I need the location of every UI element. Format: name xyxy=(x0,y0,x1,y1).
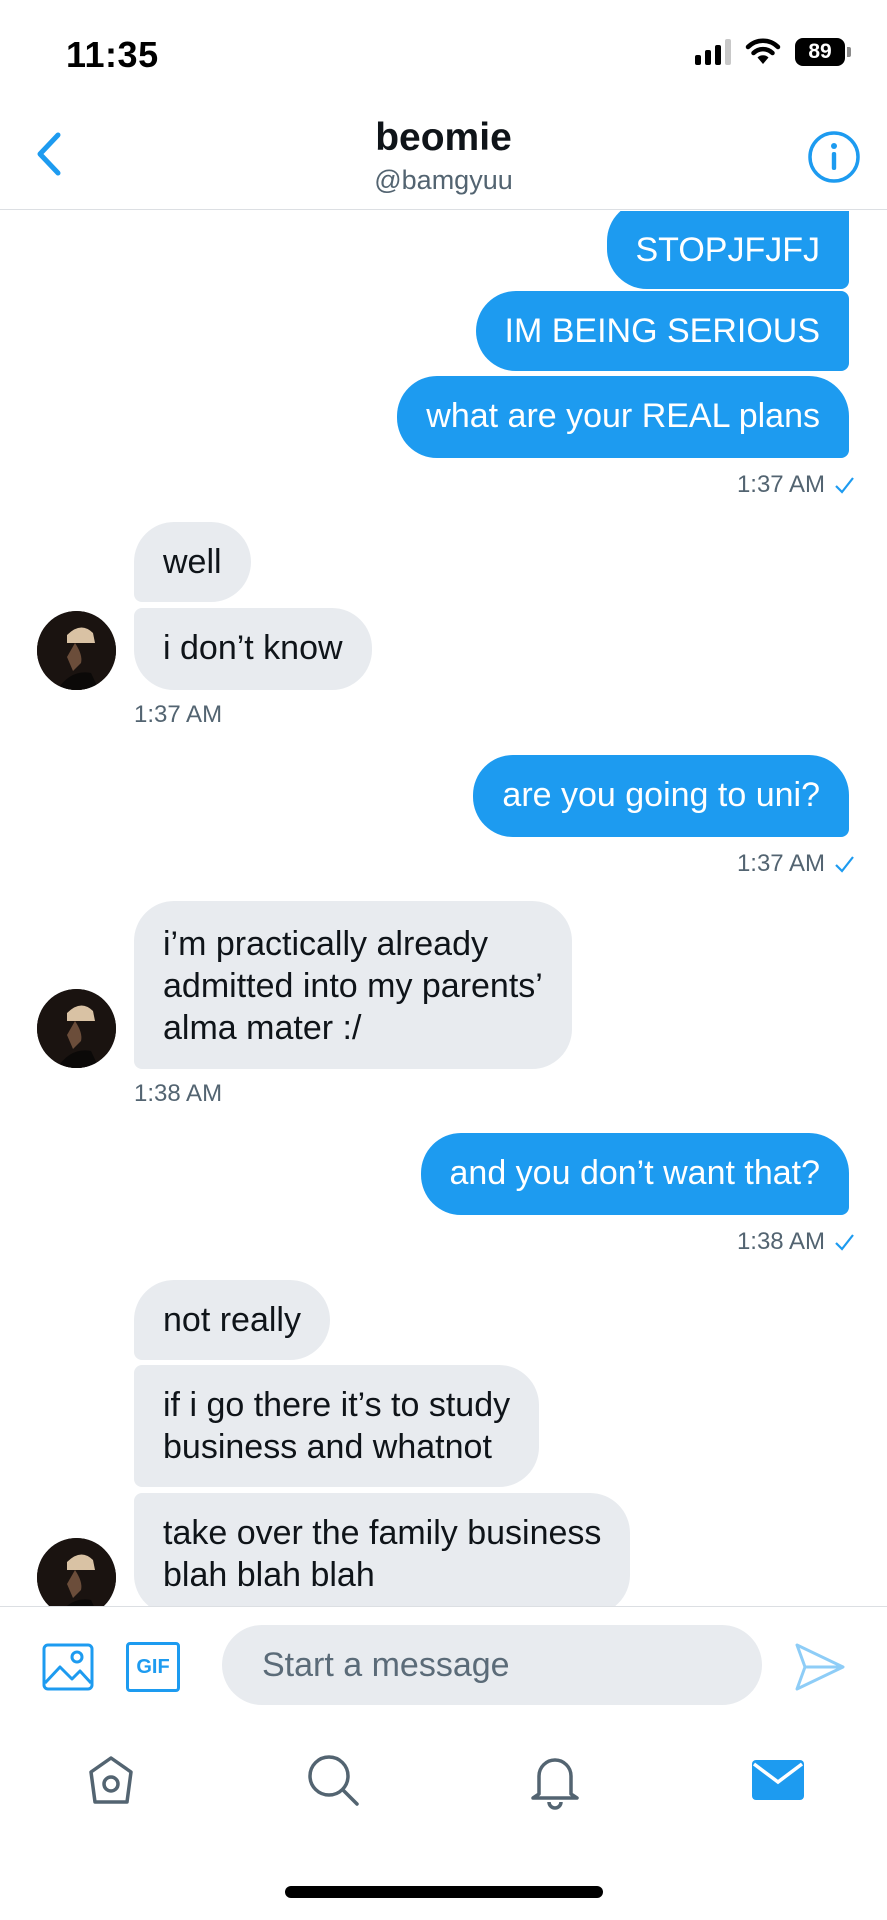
message-text: i don’t know xyxy=(163,629,343,667)
timestamp-text: 1:37 AM xyxy=(736,850,825,877)
message-text-line: if i go there it’s to study xyxy=(163,1386,511,1424)
avatar-image xyxy=(37,611,116,690)
message-bubble-outgoing[interactable]: are you going to uni? xyxy=(473,755,849,837)
message-bubble-incoming[interactable]: i don’t know xyxy=(134,608,372,690)
conversation-title[interactable]: beomie xyxy=(0,116,887,160)
message-thread[interactable]: STOPJFJFJ IM BEING SERIOUS what are your… xyxy=(0,211,887,1606)
wifi-icon xyxy=(745,38,781,64)
avatar[interactable] xyxy=(37,1538,116,1606)
signal-icon xyxy=(695,39,731,65)
bell-icon[interactable] xyxy=(525,1750,585,1810)
status-time: 11:35 xyxy=(66,34,159,75)
battery-icon: 89 xyxy=(795,38,851,66)
home-icon[interactable] xyxy=(81,1750,141,1810)
search-icon[interactable] xyxy=(303,1750,363,1810)
message-text-line: blah blah blah xyxy=(163,1556,375,1594)
send-icon[interactable] xyxy=(791,1639,847,1695)
avatar[interactable] xyxy=(37,989,116,1068)
message-bubble-outgoing[interactable]: STOPJFJFJ xyxy=(606,211,849,289)
message-timestamp: 1:38 AM xyxy=(737,1228,855,1256)
message-text: and you don’t want that? xyxy=(449,1154,821,1192)
message-bubble-incoming[interactable]: take over the family business blah blah … xyxy=(134,1493,631,1606)
message-text-line: admitted into my parents’ xyxy=(163,967,543,1005)
message-bubble-incoming[interactable]: not really xyxy=(134,1280,330,1360)
status-icons: 89 xyxy=(695,38,851,66)
message-text-line: take over the family business xyxy=(163,1514,602,1552)
bottom-navigation xyxy=(0,1726,887,1846)
message-bubble-outgoing[interactable]: what are your REAL plans xyxy=(397,376,849,458)
message-timestamp: 1:38 AM xyxy=(134,1080,223,1107)
avatar-image xyxy=(37,1538,116,1606)
message-text-line: alma mater :/ xyxy=(163,1009,362,1047)
message-text-line: i’m practically already xyxy=(163,925,488,963)
image-icon[interactable] xyxy=(40,1639,96,1695)
message-input[interactable] xyxy=(222,1625,762,1705)
mail-icon[interactable] xyxy=(748,1750,808,1810)
message-text: are you going to uni? xyxy=(502,776,820,814)
check-icon xyxy=(835,477,854,494)
conversation-handle: @bamgyuu xyxy=(374,165,513,195)
timestamp-text: 1:37 AM xyxy=(736,471,825,498)
info-icon[interactable] xyxy=(807,130,861,184)
avatar[interactable] xyxy=(37,611,116,690)
message-timestamp: 1:37 AM xyxy=(134,701,223,728)
gif-button[interactable]: GIF xyxy=(126,1642,180,1692)
message-text: well xyxy=(163,543,222,581)
conversation-header: beomie @bamgyuu xyxy=(0,110,887,210)
status-bar: 11:35 89 xyxy=(0,0,887,110)
avatar-image xyxy=(37,989,116,1068)
message-composer: GIF xyxy=(0,1606,887,1726)
home-indicator xyxy=(285,1886,603,1898)
message-bubble-incoming[interactable]: well xyxy=(134,522,251,602)
message-text-line: business and whatnot xyxy=(163,1428,492,1466)
message-text: not really xyxy=(163,1301,301,1339)
gif-label: GIF xyxy=(136,1655,170,1678)
message-bubble-incoming[interactable]: i’m practically already admitted into my… xyxy=(134,901,572,1069)
check-icon xyxy=(835,856,854,873)
message-text: what are your REAL plans xyxy=(426,397,820,435)
message-timestamp: 1:37 AM xyxy=(737,471,855,499)
timestamp-text: 1:38 AM xyxy=(736,1228,825,1255)
message-text: STOPJFJFJ xyxy=(635,231,821,269)
check-icon xyxy=(835,1234,854,1251)
message-timestamp: 1:37 AM xyxy=(737,850,855,878)
battery-level: 89 xyxy=(795,38,845,66)
message-bubble-outgoing[interactable]: IM BEING SERIOUS xyxy=(475,291,849,371)
message-text: IM BEING SERIOUS xyxy=(504,312,821,350)
message-bubble-incoming[interactable]: if i go there it’s to study business and… xyxy=(134,1365,540,1487)
message-bubble-outgoing[interactable]: and you don’t want that? xyxy=(420,1133,849,1215)
